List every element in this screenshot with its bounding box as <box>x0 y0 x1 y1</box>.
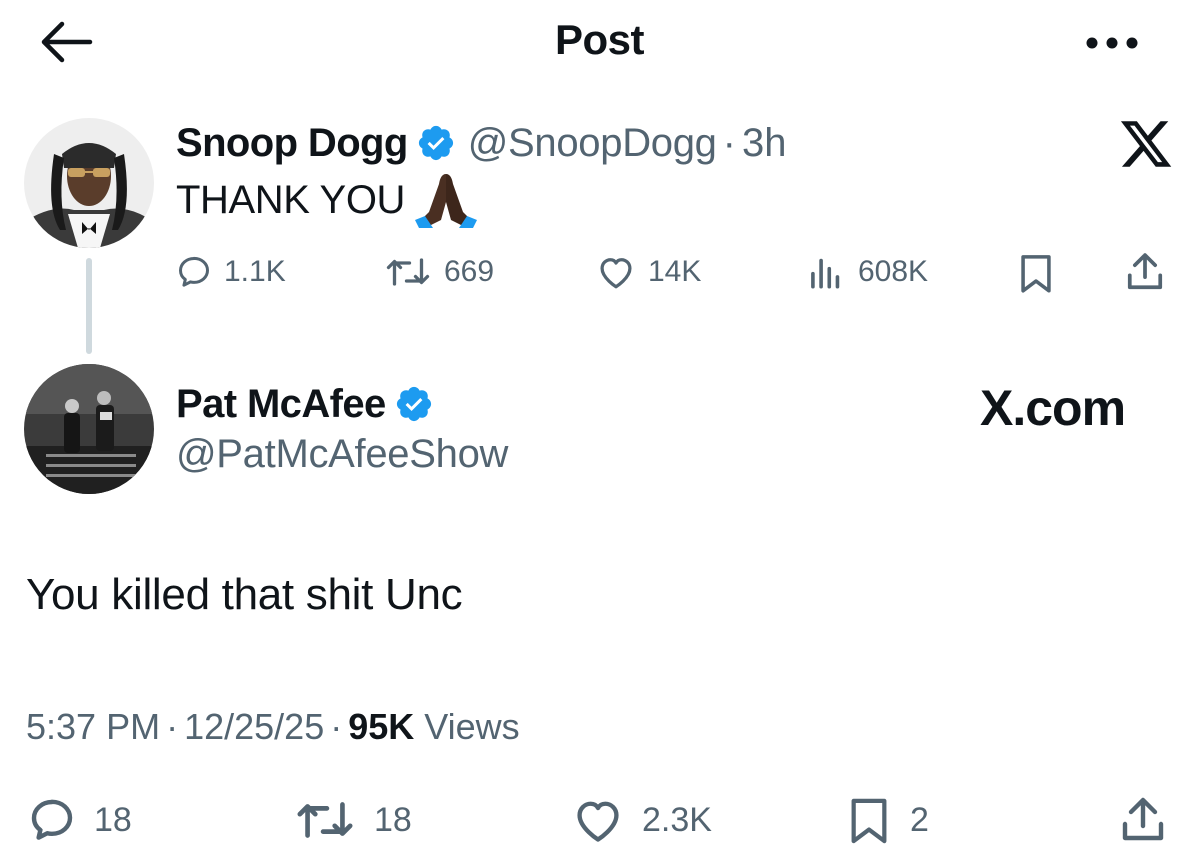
avatar[interactable] <box>24 364 154 494</box>
watermark-text: X.com <box>980 380 1126 436</box>
post-time[interactable]: 5:37 PM <box>26 706 160 748</box>
like-button[interactable]: 14K <box>596 252 701 292</box>
like-count: 2.3K <box>642 800 712 839</box>
share-icon <box>1127 253 1163 290</box>
ellipsis-icon <box>1086 37 1138 49</box>
bookmark-button[interactable]: 2 <box>846 794 929 846</box>
heart-icon <box>600 258 632 289</box>
post-metadata: 5:37 PM · 12/25/25 · 95K Views <box>26 700 520 754</box>
share-icon <box>1122 797 1164 841</box>
post-date[interactable]: 12/25/25 <box>184 706 324 748</box>
reply-icon <box>179 256 209 287</box>
repost-count: 669 <box>444 255 495 288</box>
views-button[interactable]: 608K <box>806 252 928 292</box>
views-label: Views <box>424 706 520 747</box>
more-options-button[interactable] <box>1082 28 1142 58</box>
heart-icon <box>577 801 619 842</box>
repost-button[interactable]: 669 <box>384 252 494 292</box>
display-name[interactable]: Snoop Dogg <box>176 121 408 166</box>
post-text: THANK YOU <box>176 177 406 222</box>
bookmark-icon <box>1021 255 1051 293</box>
analytics-bar-icon <box>811 258 840 289</box>
x-logo-icon <box>1120 121 1172 167</box>
share-button[interactable] <box>1118 794 1168 846</box>
repost-icon <box>297 802 353 838</box>
share-button[interactable] <box>1124 250 1166 294</box>
handle[interactable]: @SnoopDogg <box>468 121 717 166</box>
avatar[interactable] <box>24 118 154 248</box>
page-title: Post <box>554 16 645 63</box>
verified-badge-icon <box>396 386 431 422</box>
verified-badge-icon <box>418 125 453 161</box>
x-com-watermark: X.com <box>980 380 1126 436</box>
bookmark-icon <box>851 798 887 844</box>
thread-connector-line <box>86 258 92 354</box>
views-count: 95K <box>348 706 415 747</box>
folded-hands-emoji <box>415 174 478 228</box>
reply-button[interactable]: 18 <box>28 796 132 844</box>
repost-button[interactable]: 18 <box>294 796 412 844</box>
parent-post-body: THANK YOU <box>176 172 478 228</box>
main-post-header: Pat McAfee <box>176 378 434 430</box>
reply-icon <box>31 799 73 840</box>
like-count: 14K <box>648 255 702 288</box>
bookmark-button[interactable] <box>1016 252 1056 294</box>
separator: · <box>330 706 343 747</box>
repost-icon <box>386 258 430 286</box>
like-button[interactable]: 2.3K <box>572 796 712 844</box>
reply-button[interactable]: 1.1K <box>176 252 286 292</box>
separator: · <box>166 706 179 747</box>
display-name[interactable]: Pat McAfee <box>176 382 386 427</box>
reply-count: 1.1K <box>224 255 286 288</box>
reply-count: 18 <box>94 800 132 839</box>
repost-count: 18 <box>374 800 412 839</box>
views-count: 608K <box>858 255 929 288</box>
handle[interactable]: @PatMcAfeeShow <box>176 432 508 477</box>
bookmark-count: 2 <box>910 800 929 839</box>
timestamp[interactable]: 3h <box>742 121 787 166</box>
separator: · <box>722 120 736 165</box>
parent-post-header: Snoop Dogg @SnoopDogg · 3h <box>176 118 786 168</box>
post-text: You killed that shit Unc <box>26 570 463 619</box>
